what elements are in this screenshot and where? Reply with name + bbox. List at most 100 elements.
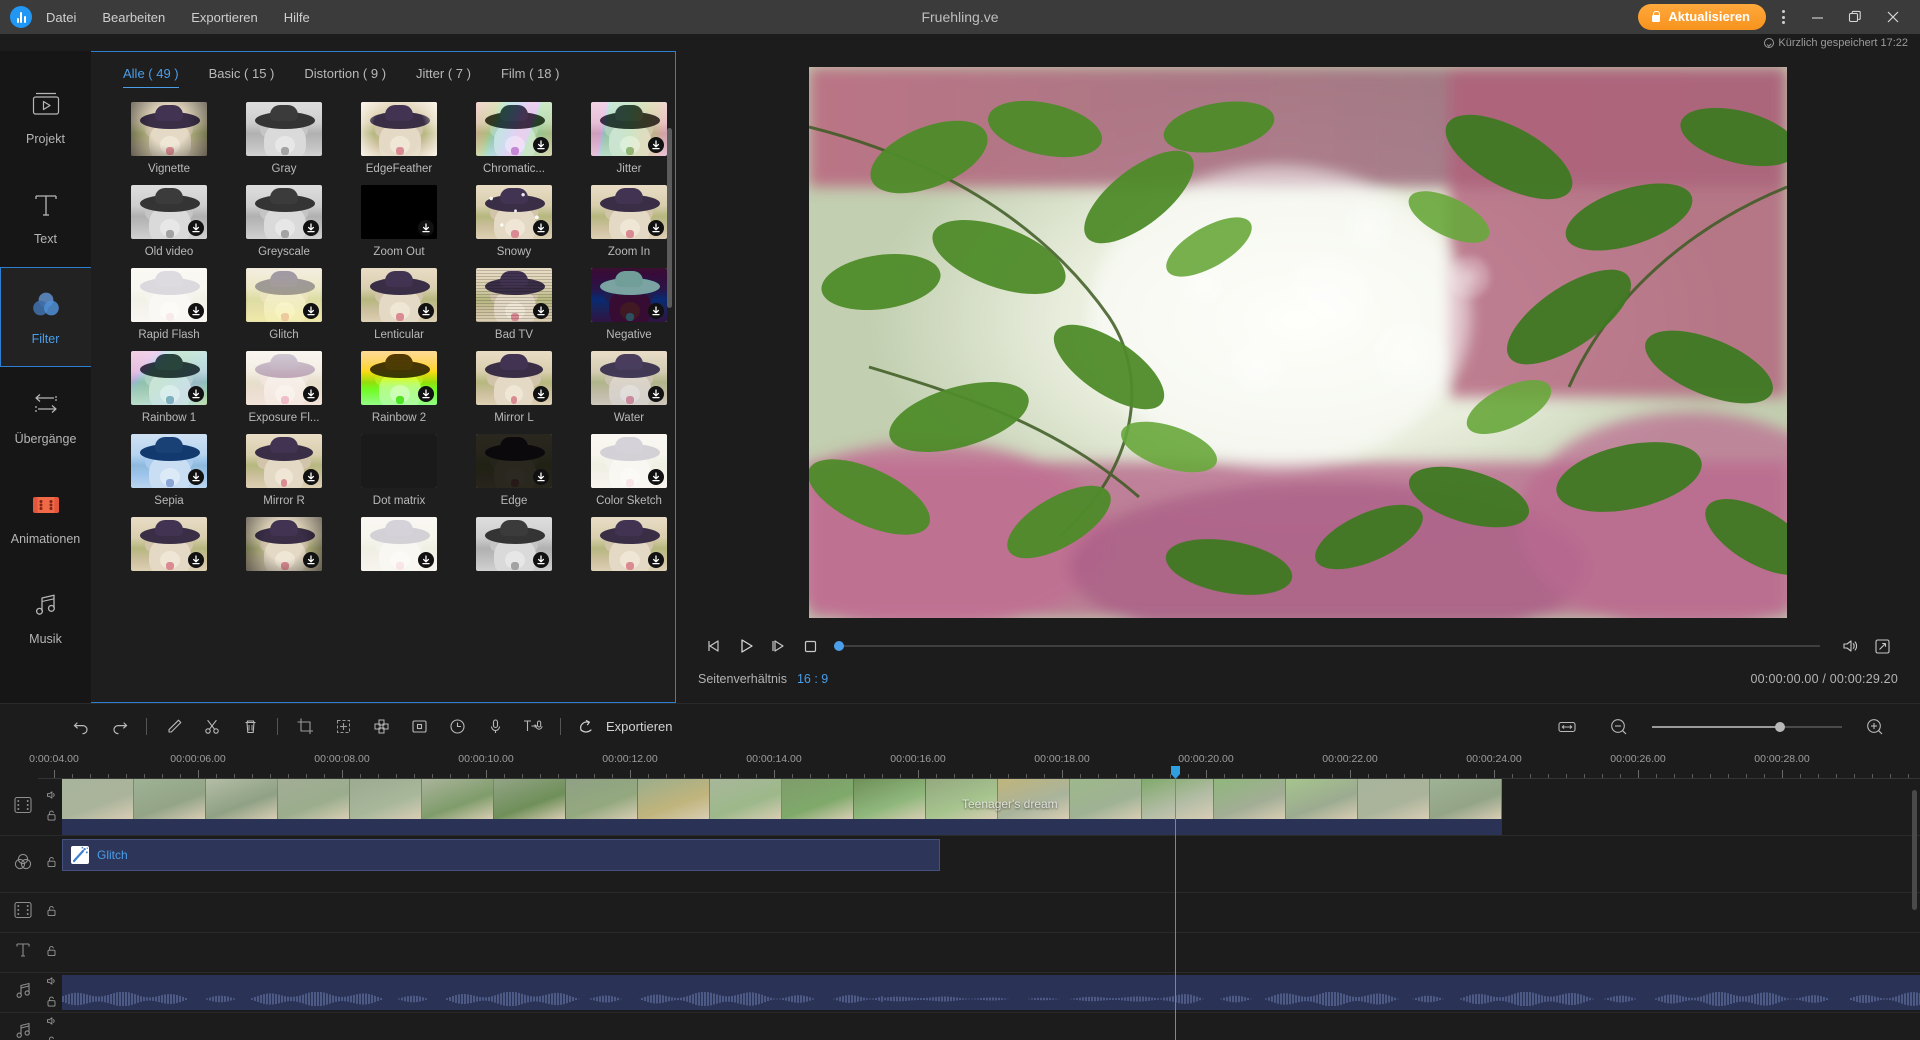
download-icon[interactable] bbox=[533, 552, 549, 568]
download-icon[interactable] bbox=[188, 469, 204, 485]
track-lock-icon[interactable] bbox=[46, 944, 57, 962]
download-icon[interactable] bbox=[303, 303, 319, 319]
download-icon[interactable] bbox=[188, 303, 204, 319]
filter-item[interactable] bbox=[228, 517, 340, 571]
download-icon[interactable] bbox=[188, 220, 204, 236]
download-icon[interactable] bbox=[418, 303, 434, 319]
filter-item-chromatic[interactable]: Chromatic... bbox=[458, 102, 570, 175]
timeline-vertical-scrollbar[interactable] bbox=[1912, 790, 1917, 910]
filter-item[interactable] bbox=[343, 517, 455, 571]
previous-frame-icon[interactable] bbox=[698, 631, 730, 661]
filter-item-edge[interactable]: Edge bbox=[458, 434, 570, 507]
download-icon[interactable] bbox=[533, 220, 549, 236]
download-icon[interactable] bbox=[648, 469, 664, 485]
filter-item-vignette[interactable]: Vignette bbox=[113, 102, 225, 175]
download-icon[interactable] bbox=[303, 386, 319, 402]
pencil-icon[interactable] bbox=[155, 708, 193, 746]
next-frame-icon[interactable] bbox=[762, 631, 794, 661]
track-lock-icon[interactable] bbox=[46, 904, 57, 922]
filter-item-dot-matrix[interactable]: Dot matrix bbox=[343, 434, 455, 507]
track-mute-icon[interactable] bbox=[46, 973, 57, 991]
menu-item-bearbeiten[interactable]: Bearbeiten bbox=[102, 10, 165, 25]
timeline-track-filter-track[interactable]: Glitch bbox=[0, 836, 1920, 893]
mosaic-icon[interactable] bbox=[362, 708, 400, 746]
timeline-track-video-track[interactable]: Teenager's dream bbox=[0, 779, 1920, 836]
timeline-track-music-track-1[interactable] bbox=[0, 973, 1920, 1013]
playhead[interactable] bbox=[1175, 779, 1176, 1040]
download-icon[interactable] bbox=[533, 469, 549, 485]
filter-panel-scrollbar[interactable] bbox=[667, 128, 672, 308]
play-icon[interactable] bbox=[730, 631, 762, 661]
fullscreen-icon[interactable] bbox=[1866, 631, 1898, 661]
filter-item-gray[interactable]: Gray bbox=[228, 102, 340, 175]
track-mute-icon[interactable] bbox=[46, 788, 57, 806]
volume-icon[interactable] bbox=[1834, 631, 1866, 661]
filter-item[interactable] bbox=[113, 517, 225, 571]
stop-icon[interactable] bbox=[794, 631, 826, 661]
add-frame-icon[interactable] bbox=[324, 708, 362, 746]
filter-item-rainbow-1[interactable]: Rainbow 1 bbox=[113, 351, 225, 424]
export-button[interactable]: Exportieren bbox=[577, 717, 672, 736]
download-icon[interactable] bbox=[648, 137, 664, 153]
seek-handle[interactable] bbox=[834, 641, 844, 651]
download-icon[interactable] bbox=[303, 469, 319, 485]
sidebar-item-animationen[interactable]: Animationen bbox=[0, 467, 91, 567]
filter-item-water[interactable]: Water bbox=[573, 351, 675, 424]
filter-tab-distortion[interactable]: Distortion ( 9 ) bbox=[304, 66, 386, 88]
track-lane-filter-track[interactable]: Glitch bbox=[62, 836, 1920, 892]
filter-item-rainbow-2[interactable]: Rainbow 2 bbox=[343, 351, 455, 424]
text-to-speech-icon[interactable] bbox=[514, 708, 552, 746]
download-icon[interactable] bbox=[303, 220, 319, 236]
filter-item-color-sketch[interactable]: Color Sketch bbox=[573, 434, 675, 507]
download-icon[interactable] bbox=[533, 386, 549, 402]
trash-icon[interactable] bbox=[231, 708, 269, 746]
download-icon[interactable] bbox=[188, 386, 204, 402]
track-lock-icon[interactable] bbox=[46, 994, 57, 1012]
download-icon[interactable] bbox=[648, 220, 664, 236]
sidebar-item-projekt[interactable]: Projekt bbox=[0, 67, 91, 167]
filter-item-rapid-flash[interactable]: Rapid Flash bbox=[113, 268, 225, 341]
track-mute-icon[interactable] bbox=[46, 1013, 57, 1031]
effect-clip-glitch[interactable]: Glitch bbox=[62, 839, 940, 871]
download-icon[interactable] bbox=[418, 552, 434, 568]
audio-clip[interactable] bbox=[62, 975, 1920, 1010]
filter-item-exposure-fl[interactable]: Exposure Fl... bbox=[228, 351, 340, 424]
video-preview[interactable] bbox=[809, 67, 1787, 618]
track-lane-music-track-1[interactable] bbox=[62, 973, 1920, 1012]
microphone-icon[interactable] bbox=[476, 708, 514, 746]
download-icon[interactable] bbox=[418, 386, 434, 402]
zoom-slider[interactable] bbox=[1652, 726, 1842, 728]
filter-grid-scroll-area[interactable]: VignetteGrayEdgeFeatherChromatic...Jitte… bbox=[91, 88, 675, 702]
undo-icon[interactable] bbox=[62, 708, 100, 746]
download-icon[interactable] bbox=[303, 552, 319, 568]
zoom-out-icon[interactable] bbox=[1600, 708, 1638, 746]
timeline-track-music-track-2[interactable] bbox=[0, 1013, 1920, 1040]
fit-timeline-icon[interactable] bbox=[1548, 708, 1586, 746]
filter-item-sepia[interactable]: Sepia bbox=[113, 434, 225, 507]
filter-item-zoom-out[interactable]: Zoom Out bbox=[343, 185, 455, 258]
filter-item-mirror-r[interactable]: Mirror R bbox=[228, 434, 340, 507]
filter-tab-film[interactable]: Film ( 18 ) bbox=[501, 66, 560, 88]
filter-item-mirror-l[interactable]: Mirror L bbox=[458, 351, 570, 424]
sidebar-item-filter[interactable]: Filter bbox=[0, 267, 91, 367]
seek-bar[interactable] bbox=[834, 645, 1820, 647]
filter-item-jitter[interactable]: Jitter bbox=[573, 102, 675, 175]
filter-tab-basic[interactable]: Basic ( 15 ) bbox=[209, 66, 275, 88]
redo-icon[interactable] bbox=[100, 708, 138, 746]
speed-clock-icon[interactable] bbox=[438, 708, 476, 746]
filter-tab-alle[interactable]: Alle ( 49 ) bbox=[123, 66, 179, 88]
track-lock-icon[interactable] bbox=[46, 809, 57, 827]
sidebar-item-musik[interactable]: Musik bbox=[0, 567, 91, 667]
sidebar-item--berg-nge[interactable]: Übergänge bbox=[0, 367, 91, 467]
pip-icon[interactable] bbox=[400, 708, 438, 746]
more-options-icon[interactable] bbox=[1770, 3, 1796, 31]
minimize-icon[interactable] bbox=[1800, 3, 1834, 31]
download-icon[interactable] bbox=[648, 386, 664, 402]
timeline-track-text-track[interactable] bbox=[0, 933, 1920, 973]
update-button[interactable]: Aktualisieren bbox=[1638, 4, 1766, 30]
track-lane-video-track[interactable]: Teenager's dream bbox=[62, 779, 1920, 835]
track-lock-icon[interactable] bbox=[46, 855, 57, 873]
filter-item[interactable] bbox=[458, 517, 570, 571]
track-lock-icon[interactable] bbox=[46, 1034, 57, 1040]
menu-item-hilfe[interactable]: Hilfe bbox=[284, 10, 310, 25]
